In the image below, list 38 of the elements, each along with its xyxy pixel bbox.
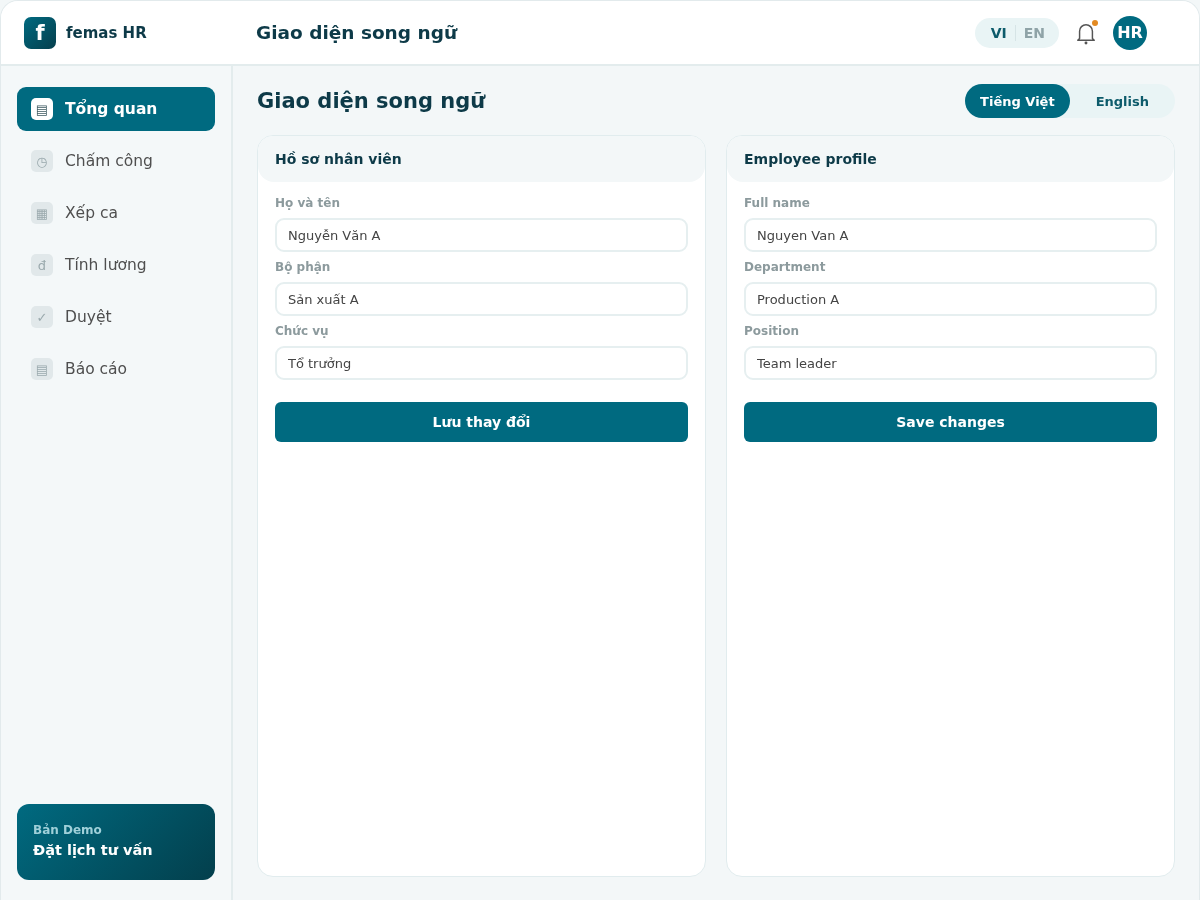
save-button[interactable]: Lưu thay đổi [275,402,688,442]
sidebar-item[interactable]: ▤ Tổng quan [17,87,215,131]
card-title: Employee profile [744,151,877,167]
sidebar-item[interactable]: đ Tính lương [17,243,215,287]
list-icon: ▤ [31,358,53,380]
sidebar-item[interactable]: ▤ Báo cáo [17,347,215,391]
sidebar-item[interactable]: ✓ Duyệt [17,295,215,339]
text-input[interactable]: Production A [744,282,1157,316]
field-label: Bộ phận [275,259,332,275]
language-tab[interactable]: English [1069,84,1175,118]
card-title: Hồ sơ nhân viên [275,151,402,167]
page-title: Giao diện song ngữ [257,89,486,113]
language-tab[interactable]: Tiếng Việt [965,84,1070,118]
field-label: Department [744,259,827,275]
text-input[interactable]: Team leader [744,346,1157,380]
booking-link[interactable]: Đặt lịch tư vấn [33,842,199,858]
sidebar-item[interactable]: ◷ Chấm công [17,139,215,183]
text-input[interactable]: Sản xuất A [275,282,688,316]
demo-label: Bản Demo [33,823,103,837]
check-icon: ✓ [31,306,53,328]
dong-sign-icon: đ [31,254,53,276]
header-title: Giao diện song ngữ [256,22,459,43]
text-input[interactable]: Nguyen Van A [744,218,1157,252]
field-label: Position [744,323,800,339]
grid-icon: ▦ [31,202,53,224]
field-label: Full name [744,195,811,211]
text-input[interactable]: Nguyễn Văn A [275,218,688,252]
save-button[interactable]: Save changes [744,402,1157,442]
field-label: Chức vụ [275,323,330,339]
field-label: Họ và tên [275,195,341,211]
app-name: femas HR [66,23,147,42]
sidebar-item[interactable]: ▦ Xếp ca [17,191,215,235]
clock-icon: ◷ [31,150,53,172]
language-option[interactable]: VI [988,24,1009,41]
text-input[interactable]: Tổ trưởng [275,346,688,380]
user-avatar[interactable]: HR [1113,15,1147,50]
list-icon: ▤ [31,98,53,120]
app-logo: f [24,16,56,49]
